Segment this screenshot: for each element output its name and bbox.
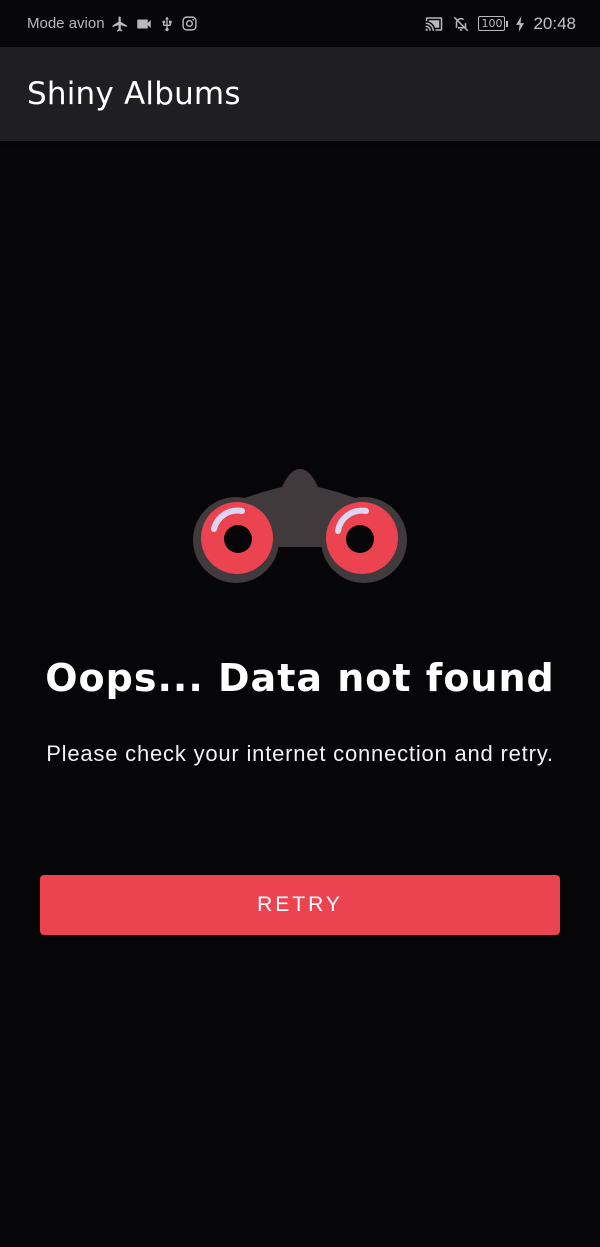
status-left: Mode avion [27, 0, 198, 47]
status-right: 100 20:48 [424, 0, 576, 47]
airplane-icon [111, 15, 129, 33]
video-camera-icon [135, 15, 153, 33]
error-message: Please check your internet connection an… [46, 741, 554, 766]
retry-button[interactable]: RETRY [40, 875, 560, 935]
airplane-mode-label: Mode avion [27, 15, 105, 32]
usb-icon [159, 15, 175, 33]
instagram-icon [181, 15, 198, 32]
status-time: 20:48 [533, 13, 576, 33]
cast-icon [424, 15, 444, 33]
battery-icon: 100 [478, 16, 509, 31]
battery-tip [506, 20, 509, 27]
battery-level: 100 [478, 16, 506, 31]
app-title: Shiny Albums [27, 76, 241, 112]
error-title: Oops... Data not found [45, 656, 555, 700]
status-bar: Mode avion 100 20:48 [0, 0, 600, 47]
app-bar: Shiny Albums [0, 47, 600, 141]
notifications-off-icon [452, 15, 470, 33]
charging-icon [516, 15, 525, 32]
binoculars-icon [190, 465, 410, 590]
